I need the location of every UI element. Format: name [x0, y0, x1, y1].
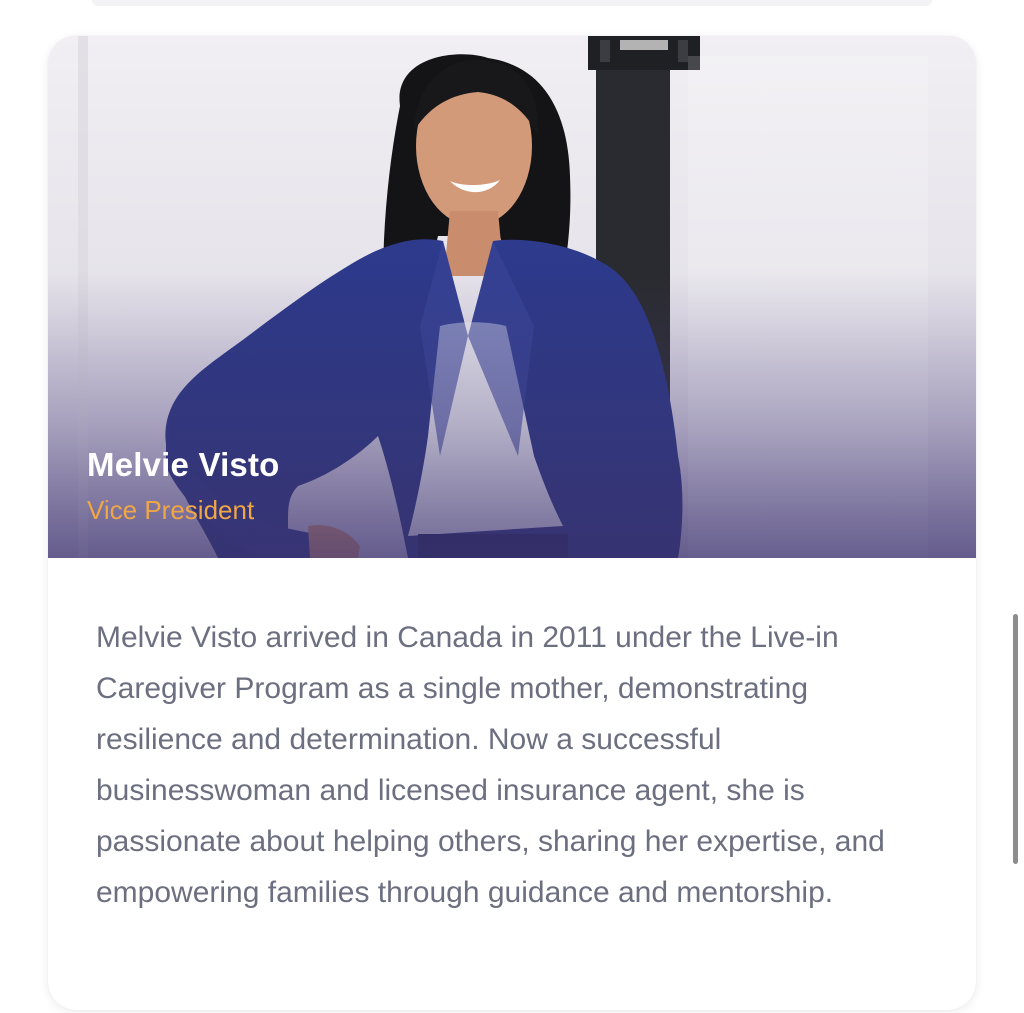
member-bio: Melvie Visto arrived in Canada in 2011 u…: [96, 621, 885, 909]
profile-photo: Melvie Visto Vice President: [48, 36, 976, 558]
member-title: Vice President: [87, 495, 255, 525]
team-member-card: Melvie Visto Vice President Melvie Visto…: [48, 36, 976, 1010]
previous-card-edge: [92, 0, 932, 6]
member-name: Melvie Visto: [87, 446, 280, 483]
page: Melvie Visto Vice President Melvie Visto…: [0, 0, 1024, 1013]
scrollbar-thumb[interactable]: [1013, 614, 1018, 864]
